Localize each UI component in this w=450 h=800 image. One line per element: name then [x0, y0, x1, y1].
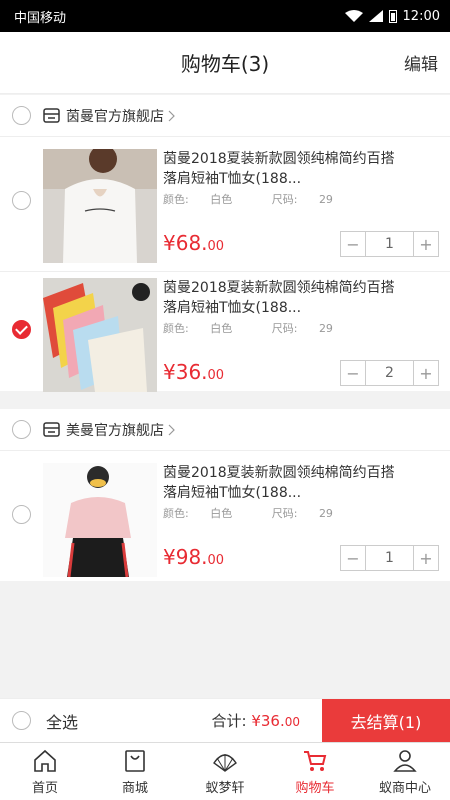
item-specs: 颜色: 白色 尺码: 29: [163, 320, 369, 336]
size-label: 尺码:: [271, 322, 298, 335]
wifi-icon: [344, 10, 363, 22]
select-all-radio[interactable]: [12, 711, 31, 730]
total-main: ¥36.: [251, 712, 285, 730]
clock: 12:00: [402, 8, 440, 24]
size-label: 尺码:: [271, 507, 298, 520]
quantity-stepper: − 1 +: [340, 231, 439, 257]
edit-button[interactable]: 编辑: [404, 50, 438, 75]
price-decimal: 00: [207, 239, 225, 254]
user-icon: [393, 750, 417, 772]
item-price: ¥98.00: [163, 545, 224, 569]
fan-icon: [213, 754, 237, 772]
store-name[interactable]: 美曼官方旗舰店: [66, 420, 164, 440]
price-main: ¥68.: [163, 231, 208, 255]
tab-mall[interactable]: 商城: [90, 743, 180, 800]
color-label: 颜色:: [163, 193, 189, 206]
checkout-button[interactable]: 去结算(1): [322, 699, 450, 743]
color-value: 白色: [210, 322, 233, 335]
item-select-radio[interactable]: [12, 191, 31, 210]
item-select-radio-checked[interactable]: [12, 320, 31, 339]
size-value: 29: [318, 322, 333, 335]
home-icon: [34, 749, 56, 772]
quantity-stepper: − 2 +: [340, 360, 439, 386]
store-card: 美曼官方旗舰店 茵曼2018夏装新款圆领纯棉简约百搭落肩短袖T恤女(188...…: [0, 409, 450, 581]
decrease-button[interactable]: −: [341, 232, 365, 256]
tab-home[interactable]: 首页: [0, 743, 90, 800]
tab-yimengxuan[interactable]: 蚁梦轩: [180, 743, 270, 800]
quantity-value[interactable]: 1: [365, 232, 414, 256]
tab-label: 蚁商中心: [378, 781, 431, 796]
item-title[interactable]: 茵曼2018夏装新款圆领纯棉简约百搭落肩短袖T恤女(188...: [163, 149, 403, 189]
store-header: 美曼官方旗舰店: [0, 409, 450, 451]
store-select-radio[interactable]: [12, 106, 31, 125]
page-title: 购物车(3): [180, 52, 270, 76]
store-card: 茵曼官方旗舰店 茵曼2018夏装新款圆领纯棉简约百搭落肩短袖T恤女(188...…: [0, 95, 450, 392]
tab-label: 蚁梦轩: [205, 781, 245, 796]
store-name[interactable]: 茵曼官方旗舰店: [66, 106, 164, 126]
select-all-label[interactable]: 全选: [46, 709, 78, 733]
color-value: 白色: [210, 507, 233, 520]
size-label: 尺码:: [271, 193, 298, 206]
increase-button[interactable]: +: [414, 546, 438, 570]
checkout-bar: 全选 合计: ¥36.00 去结算(1): [0, 698, 450, 743]
tab-label: 商城: [121, 781, 148, 796]
page-header: 购物车(3) 编辑: [0, 32, 450, 94]
status-bar: 中国移动 12:00: [0, 0, 450, 32]
store-header: 茵曼官方旗舰店: [0, 95, 450, 137]
product-image[interactable]: [43, 149, 157, 263]
increase-button[interactable]: +: [414, 232, 438, 256]
product-image[interactable]: [43, 278, 157, 392]
carrier-name: 中国移动: [14, 10, 67, 26]
chevron-right-icon[interactable]: [168, 110, 176, 122]
store-select-radio[interactable]: [12, 420, 31, 439]
total-price: 合计: ¥36.00: [211, 710, 300, 731]
status-icons: 12:00: [344, 8, 440, 24]
quantity-value[interactable]: 2: [365, 361, 414, 385]
tab-label: 购物车: [295, 781, 335, 796]
decrease-button[interactable]: −: [341, 546, 365, 570]
item-price: ¥36.00: [163, 360, 224, 384]
shop-icon: [43, 422, 60, 437]
bag-icon: [125, 750, 145, 772]
tab-label: 首页: [31, 781, 58, 796]
quantity-stepper: − 1 +: [340, 545, 439, 571]
total-decimal: 00: [284, 715, 300, 729]
item-specs: 颜色: 白色 尺码: 29: [163, 191, 369, 207]
cart-item: 茵曼2018夏装新款圆领纯棉简约百搭落肩短袖T恤女(188... 颜色: 白色 …: [0, 457, 450, 577]
battery-icon: [388, 9, 397, 23]
size-value: 29: [318, 193, 333, 206]
chevron-right-icon[interactable]: [168, 424, 176, 436]
tab-cart[interactable]: 购物车: [270, 743, 360, 800]
cart-item: 茵曼2018夏装新款圆领纯棉简约百搭落肩短袖T恤女(188... 颜色: 白色 …: [0, 143, 450, 263]
total-label: 合计:: [211, 712, 247, 730]
increase-button[interactable]: +: [414, 361, 438, 385]
decrease-button[interactable]: −: [341, 361, 365, 385]
color-value: 白色: [210, 193, 233, 206]
cart-icon: [304, 751, 327, 771]
color-label: 颜色:: [163, 507, 189, 520]
cart-item: 茵曼2018夏装新款圆领纯棉简约百搭落肩短袖T恤女(188... 颜色: 白色 …: [0, 271, 450, 392]
item-select-radio[interactable]: [12, 505, 31, 524]
color-label: 颜色:: [163, 322, 189, 335]
tab-merchant-center[interactable]: 蚁商中心: [360, 743, 450, 800]
signal-icon: [368, 10, 383, 22]
total-amount: ¥36.00: [251, 712, 300, 730]
item-title[interactable]: 茵曼2018夏装新款圆领纯棉简约百搭落肩短袖T恤女(188...: [163, 463, 403, 503]
price-decimal: 00: [207, 553, 225, 568]
product-image[interactable]: [43, 463, 157, 577]
shop-icon: [43, 108, 60, 123]
item-title[interactable]: 茵曼2018夏装新款圆领纯棉简约百搭落肩短袖T恤女(188...: [163, 278, 403, 318]
size-value: 29: [318, 507, 333, 520]
bottom-tab-bar: 首页 商城 蚁梦轩 购物车 蚁商中心: [0, 742, 450, 800]
price-decimal: 00: [207, 368, 225, 383]
price-main: ¥36.: [163, 360, 208, 384]
quantity-value[interactable]: 1: [365, 546, 414, 570]
item-specs: 颜色: 白色 尺码: 29: [163, 505, 369, 521]
item-price: ¥68.00: [163, 231, 224, 255]
price-main: ¥98.: [163, 545, 208, 569]
